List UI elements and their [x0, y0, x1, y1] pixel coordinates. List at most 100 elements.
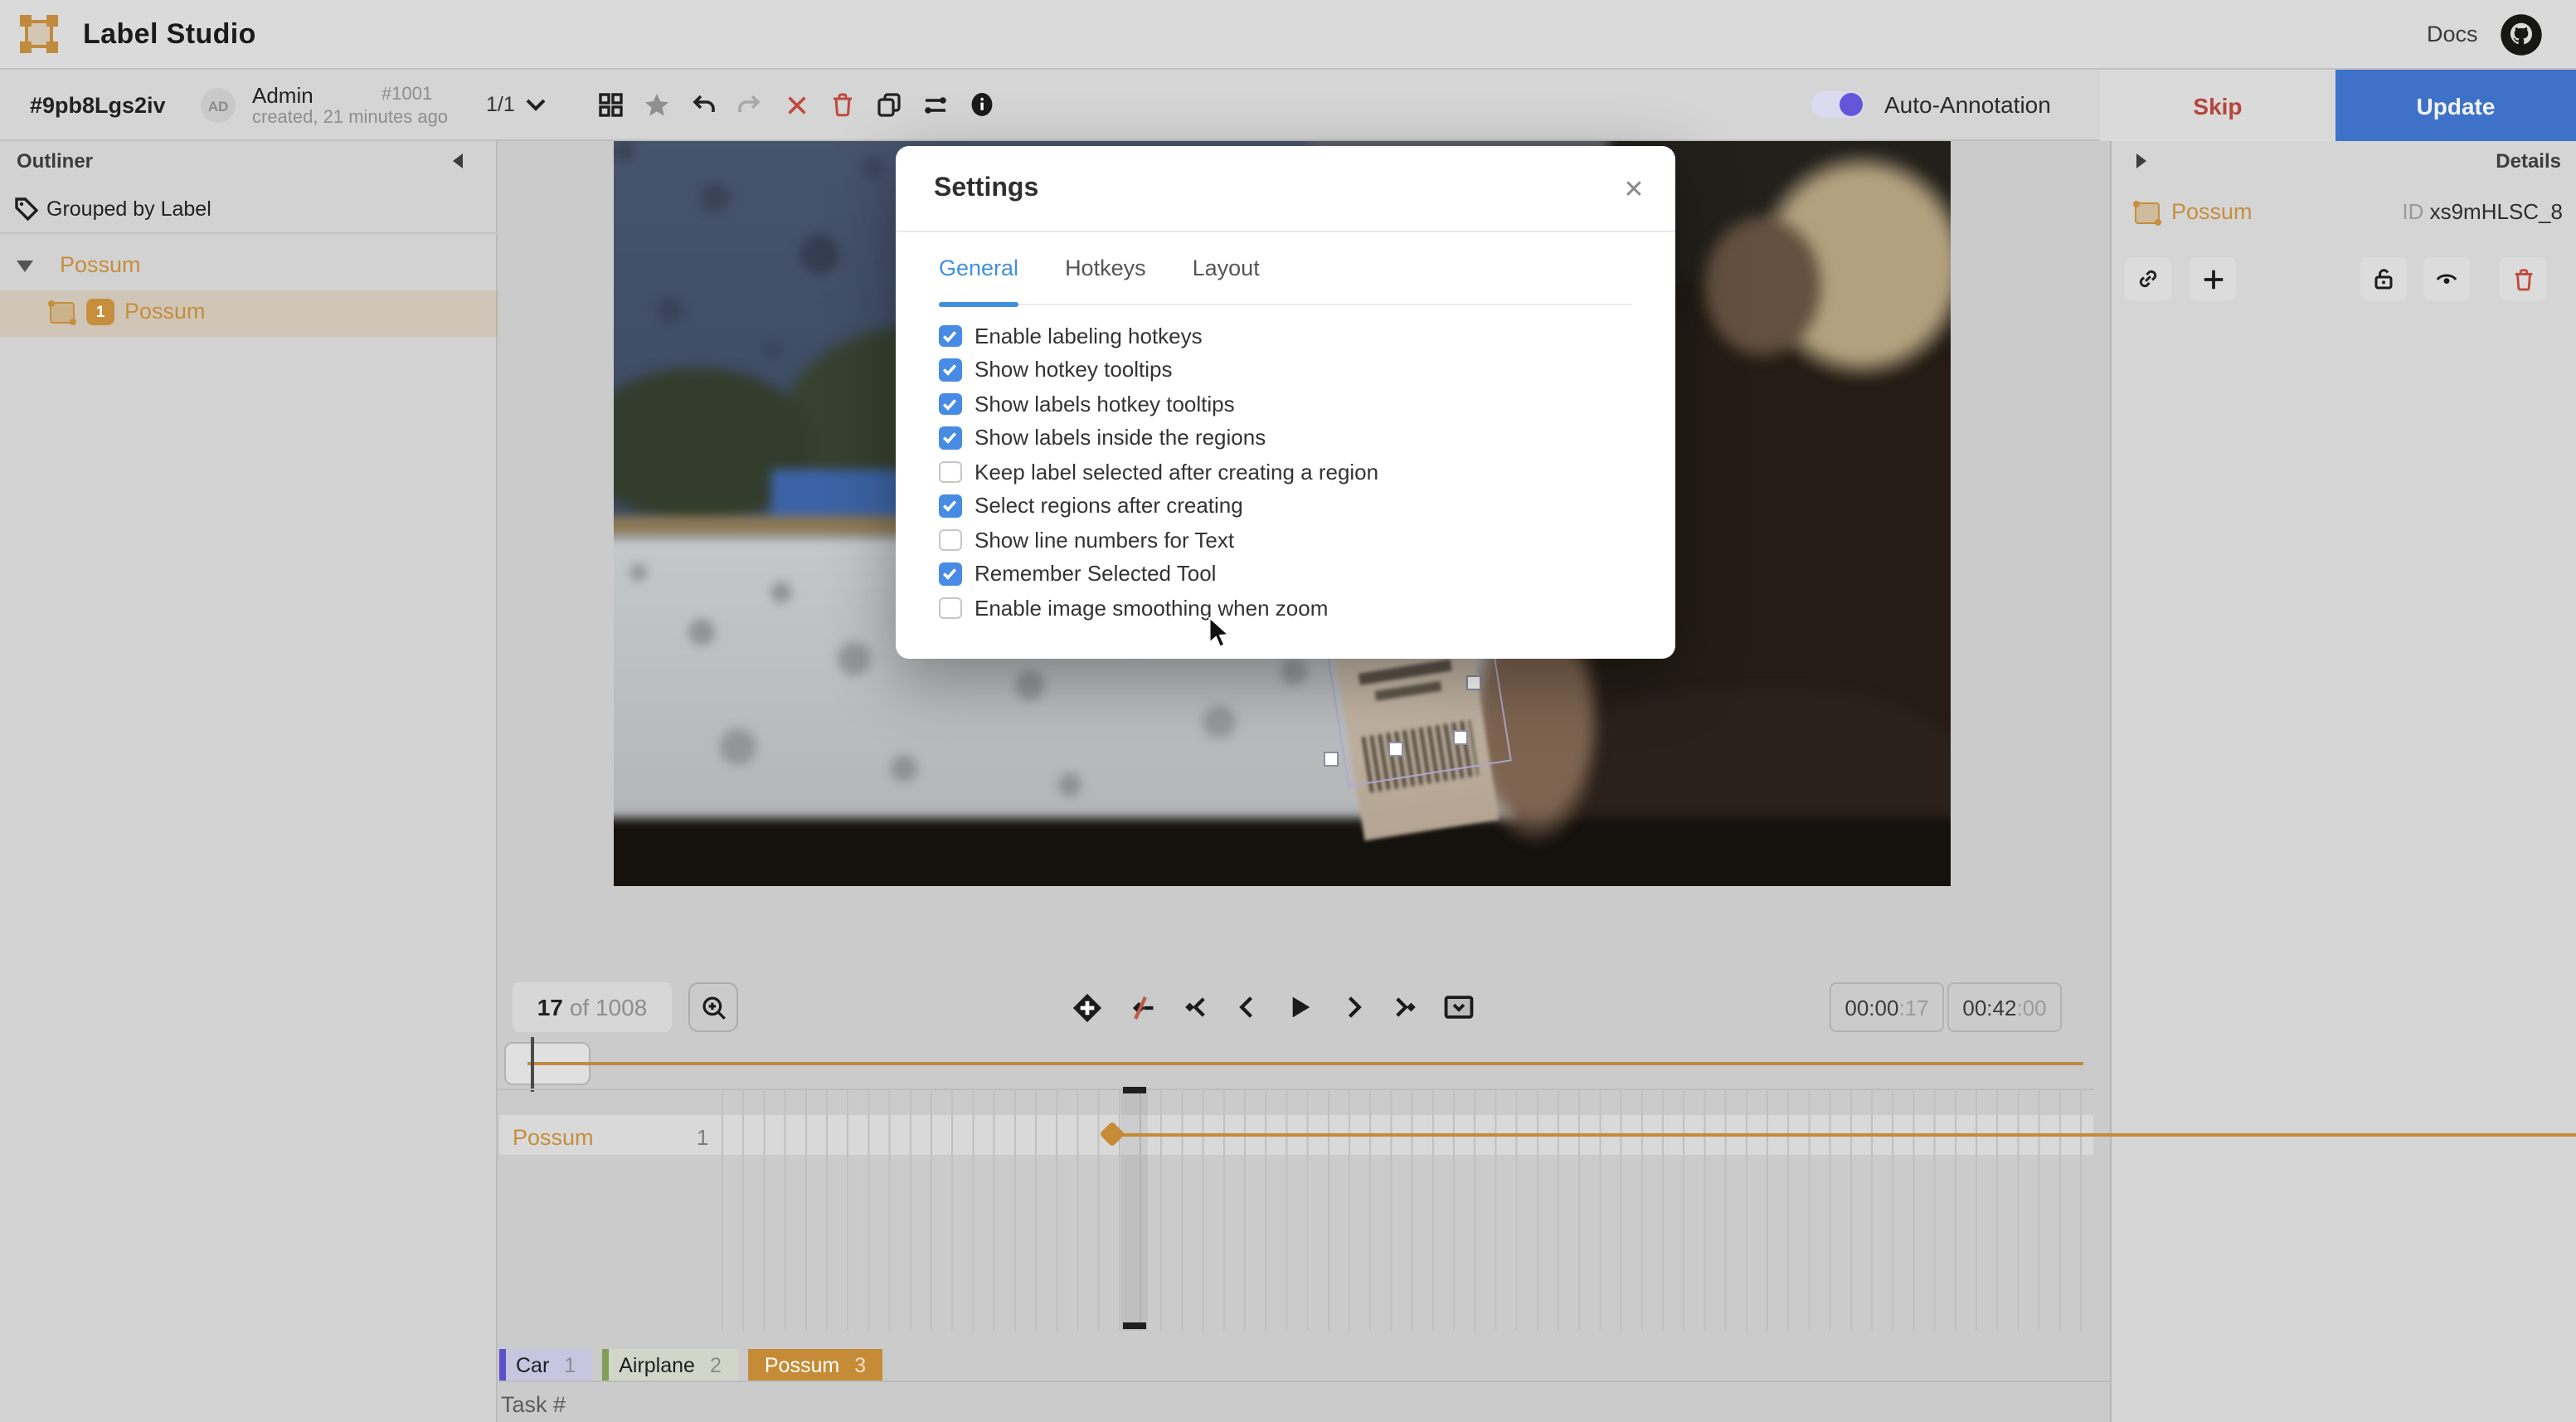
label-chip[interactable]: Airplane 2	[602, 1349, 738, 1381]
total-time: 00:42:00	[1947, 982, 2062, 1032]
add-keyframe-icon[interactable]	[1072, 991, 1103, 1023]
collapse-details-icon[interactable]	[2131, 151, 2151, 171]
keyframe-span-line	[1121, 1133, 2576, 1137]
region-name: Possum	[124, 299, 206, 324]
settings-tab[interactable]: Layout	[1193, 231, 1260, 304]
outliner-group-possum[interactable]: Possum	[0, 247, 498, 287]
zoom-in-button[interactable]	[688, 982, 738, 1032]
lock-region-button[interactable]	[2360, 257, 2407, 300]
checkbox[interactable]	[939, 460, 961, 483]
timeline-track-count: 1	[697, 1125, 708, 1150]
label-name: Car	[516, 1353, 549, 1376]
frame-counter[interactable]: 17 of 1008	[513, 982, 672, 1032]
region-id: ID xs9mHLSC_8	[2402, 199, 2563, 224]
label-hotkey: 3	[854, 1353, 866, 1376]
timeline-track-label[interactable]: Possum	[513, 1125, 594, 1150]
update-button[interactable]: Update	[2335, 70, 2576, 141]
mouse-cursor	[1208, 617, 1231, 655]
frame-current[interactable]: 17	[537, 994, 563, 1020]
settings-option-row[interactable]: Show line numbers for Text	[939, 523, 1636, 557]
frame-total: of 1008	[570, 994, 647, 1020]
label-chip[interactable]: Possum 3	[748, 1349, 882, 1381]
label-chip[interactable]: Car 1	[499, 1349, 592, 1381]
checkbox[interactable]	[939, 358, 961, 381]
timeline-grid[interactable]	[722, 1088, 2093, 1331]
interpolation-toggle-icon[interactable]	[1443, 991, 1475, 1023]
skip-button[interactable]: Skip	[2100, 70, 2335, 141]
settings-option-row[interactable]: Show labels hotkey tooltips	[939, 387, 1636, 421]
bbox-handle[interactable]	[1324, 752, 1339, 767]
checkbox[interactable]	[939, 494, 961, 517]
annotation-pager: 1/1	[486, 93, 515, 116]
bbox-handle[interactable]	[1388, 742, 1403, 757]
checkbox[interactable]	[939, 426, 961, 449]
label-studio-logo-icon[interactable]	[20, 15, 58, 53]
settings-tabs: General Hotkeys Layout	[939, 232, 1632, 305]
checkbox[interactable]	[939, 324, 961, 347]
bbox-handle[interactable]	[1466, 675, 1481, 690]
auto-annotation-toggle[interactable]	[1811, 91, 1864, 118]
add-relation-button[interactable]	[2190, 257, 2236, 300]
settings-option-row[interactable]: Select regions after creating	[939, 489, 1636, 523]
settings-option-row[interactable]: Show hotkey tooltips	[939, 353, 1636, 387]
settings-option-label: Show labels inside the regions	[975, 426, 1266, 450]
github-icon[interactable]	[2500, 13, 2543, 56]
settings-options: Enable labeling hotkeys Show hotkey tool…	[939, 319, 1636, 625]
settings-option-row[interactable]: Keep label selected after creating a reg…	[939, 455, 1636, 489]
selected-region-row[interactable]: Possum ID xs9mHLSC_8	[2112, 191, 2576, 237]
settings-option-label: Show line numbers for Text	[975, 528, 1234, 553]
user-avatar[interactable]: AD	[201, 88, 236, 123]
docs-link[interactable]: Docs	[2427, 22, 2478, 46]
duplicate-annotation-icon[interactable]	[876, 91, 902, 118]
next-frame-icon[interactable]	[1337, 991, 1368, 1023]
tag-icon	[13, 196, 40, 222]
checkbox[interactable]	[939, 597, 961, 619]
expand-arrow-icon[interactable]	[17, 261, 33, 272]
seek-progress-line[interactable]	[527, 1062, 2083, 1065]
settings-option-row[interactable]: Enable image smoothing when zoom	[939, 591, 1636, 625]
video-person-face	[1667, 174, 1858, 398]
view-all-annotations-icon[interactable]	[597, 91, 624, 118]
ground-truth-star-icon[interactable]	[644, 91, 670, 118]
settings-tab[interactable]: Hotkeys	[1065, 231, 1146, 304]
next-keyframe-icon[interactable]	[1390, 991, 1422, 1023]
delete-region-trash-button[interactable]	[2500, 257, 2546, 300]
settings-option-label: Select regions after creating	[975, 494, 1243, 519]
reset-annotation-icon[interactable]	[783, 91, 809, 118]
app-title: Label Studio	[83, 18, 256, 51]
video-bokeh	[614, 141, 634, 161]
previous-keyframe-icon[interactable]	[1178, 991, 1209, 1023]
undo-icon[interactable]	[690, 91, 717, 118]
collapse-outliner-icon[interactable]	[448, 151, 468, 171]
bbox-handle[interactable]	[1453, 730, 1468, 745]
grouping-selector[interactable]: Grouped by Label	[0, 187, 498, 234]
settings-option-row[interactable]: Enable labeling hotkeys	[939, 319, 1636, 353]
seek-position-marker[interactable]	[531, 1037, 534, 1092]
checkbox[interactable]	[939, 528, 961, 551]
label-color-bar	[499, 1349, 506, 1381]
hide-region-eye-button[interactable]	[2423, 257, 2470, 300]
settings-option-label: Enable labeling hotkeys	[975, 324, 1203, 348]
checkbox[interactable]	[939, 392, 961, 415]
play-button-icon[interactable]	[1284, 991, 1315, 1023]
video-dark-foreground	[614, 818, 1951, 886]
remove-keyframe-icon[interactable]	[1125, 991, 1156, 1023]
settings-option-label: Show labels hotkey tooltips	[975, 392, 1235, 416]
link-region-button[interactable]	[2125, 257, 2171, 300]
redo-icon[interactable]	[736, 91, 763, 118]
settings-sliders-icon[interactable]	[922, 91, 949, 118]
checkbox[interactable]	[939, 562, 961, 585]
timeline-playhead[interactable]	[1121, 1088, 1148, 1331]
outliner-region-possum[interactable]: 1 Possum	[0, 290, 498, 337]
playhead-tick[interactable]	[1123, 1322, 1146, 1329]
info-icon[interactable]	[969, 91, 995, 118]
playhead-tick[interactable]	[1123, 1087, 1146, 1093]
delete-annotation-trash-icon[interactable]	[829, 91, 856, 118]
playback-controls	[1072, 982, 1475, 1032]
settings-option-row[interactable]: Remember Selected Tool	[939, 557, 1636, 591]
chevron-down-icon[interactable]	[522, 91, 549, 118]
close-icon[interactable]: ✕	[1619, 174, 1649, 204]
previous-frame-icon[interactable]	[1231, 991, 1262, 1023]
settings-tab[interactable]: General	[939, 231, 1018, 304]
settings-option-row[interactable]: Show labels inside the regions	[939, 421, 1636, 455]
